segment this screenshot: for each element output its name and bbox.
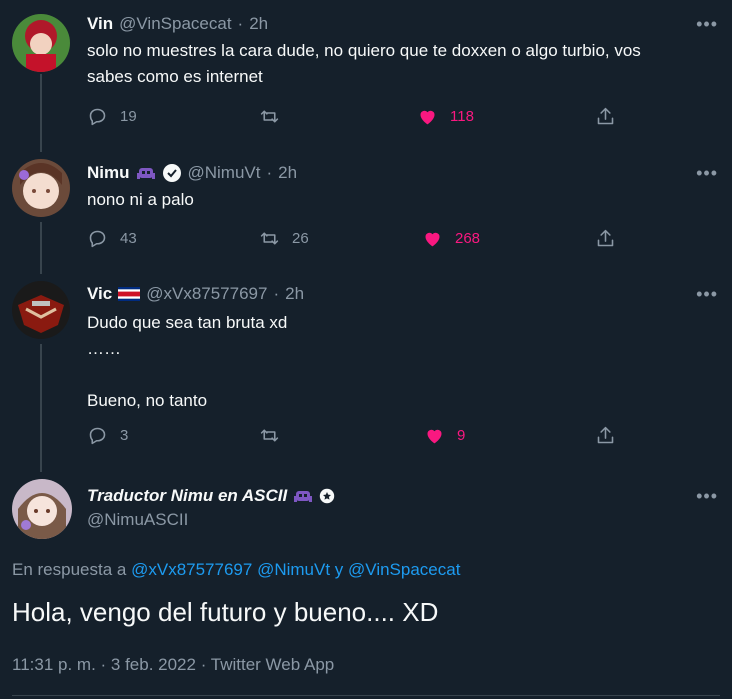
tweet-text: solo no muestres la cara dude, no quiero… — [87, 38, 707, 90]
separator-dot: · — [273, 284, 280, 303]
tweet-actions: 43 26 268 — [87, 228, 627, 252]
heart-icon — [425, 232, 440, 247]
tweet-header: Vin @VinSpacecat · 2h — [87, 14, 268, 34]
tweet-text: nono ni a palo — [87, 187, 707, 213]
tweet[interactable]: Vin @VinSpacecat · 2h ••• solo no muestr… — [0, 0, 732, 150]
tweet-header: Traductor Nimu en ASCII — [87, 486, 335, 506]
reply-icon — [89, 427, 106, 445]
retweet-button[interactable]: 26 — [259, 228, 309, 249]
display-name[interactable]: Traductor Nimu en ASCII — [87, 486, 287, 506]
more-options-icon[interactable]: ••• — [696, 163, 718, 184]
like-button[interactable]: 268 — [422, 228, 480, 249]
tweet-header: Nimu @NimuVt · 2h — [87, 163, 297, 183]
timestamp[interactable]: 2h — [285, 284, 304, 304]
like-count: 268 — [455, 230, 481, 247]
display-name[interactable]: Nimu — [87, 163, 130, 183]
avatar[interactable] — [12, 159, 70, 217]
reply-button[interactable]: 43 — [87, 228, 137, 249]
timestamp[interactable]: 2h — [278, 163, 297, 183]
retweet-icon — [260, 429, 279, 442]
tweet-actions: 3 9 — [87, 425, 627, 449]
tweet-text-line: Bueno, no tanto — [87, 391, 208, 410]
share-icon — [597, 229, 614, 247]
handle[interactable]: @VinSpacecat — [119, 14, 231, 34]
more-options-icon[interactable]: ••• — [696, 284, 718, 305]
handle[interactable]: @xVx87577697 — [146, 284, 267, 304]
display-name[interactable]: Vic — [87, 284, 112, 304]
tweet-text-line: solo no muestres la cara dude, no quiero… — [87, 41, 641, 60]
retweet-icon — [260, 232, 279, 245]
like-count: 118 — [450, 108, 474, 125]
tweet-text-line: …… — [87, 339, 121, 358]
like-button[interactable]: 118 — [417, 106, 474, 127]
share-icon — [597, 107, 614, 125]
handle[interactable]: @NimuVt — [188, 163, 261, 183]
avatar[interactable] — [12, 14, 70, 72]
costa-rica-flag-icon — [118, 287, 141, 301]
avatar[interactable] — [12, 479, 72, 539]
reply-count: 19 — [120, 108, 137, 125]
tweet-text-line: Dudo que sea tan bruta xd — [87, 313, 288, 332]
reply-mention-link[interactable]: @xVx87577697 — [131, 560, 252, 579]
share-button[interactable] — [595, 425, 616, 446]
reply-count: 43 — [120, 230, 137, 247]
tweet-text-line — [87, 362, 707, 388]
separator-dot: · — [266, 163, 273, 182]
reply-button[interactable]: 19 — [87, 106, 137, 127]
retweet-button[interactable] — [259, 425, 292, 446]
reply-icon — [89, 108, 106, 126]
retweet-icon — [260, 110, 279, 123]
tweet-text-line: nono ni a palo — [87, 190, 194, 209]
tweet-handle-row: @NimuASCII — [87, 510, 188, 530]
like-button[interactable]: 9 — [424, 425, 465, 446]
verified-badge-icon — [162, 164, 181, 182]
heart-icon — [420, 110, 435, 125]
share-icon — [597, 426, 614, 444]
reply-prefix: En respuesta a — [12, 560, 127, 579]
tweet[interactable]: Vic @xVx87577697 · 2h ••• Dudo que sea t… — [0, 270, 732, 470]
tweet-text: Dudo que sea tan bruta xd …… Bueno, no t… — [87, 310, 707, 414]
more-options-icon[interactable]: ••• — [696, 486, 718, 507]
heart-icon — [427, 429, 442, 444]
retweet-button[interactable] — [259, 106, 292, 127]
separator-dot: · — [237, 14, 244, 33]
reply-icon — [89, 230, 106, 248]
reply-count: 3 — [120, 427, 129, 444]
retweet-count: 26 — [292, 230, 309, 247]
tweet[interactable]: Nimu @NimuVt · 2h ••• nono ni a palo 43 … — [0, 150, 732, 270]
reply-mention-link[interactable]: @NimuVt — [257, 560, 330, 579]
share-button[interactable] — [595, 228, 616, 249]
automated-badge-icon — [320, 488, 335, 504]
handle[interactable]: @NimuASCII — [87, 510, 188, 530]
reply-and: y — [334, 560, 344, 579]
more-options-icon[interactable]: ••• — [696, 14, 718, 35]
focused-tweet-text: Hola, vengo del futuro y bueno.... XD — [12, 597, 439, 627]
alien-emoji-icon — [136, 168, 155, 179]
tweet-header: Vic @xVx87577697 · 2h — [87, 284, 304, 304]
share-button[interactable] — [595, 106, 616, 127]
alien-emoji-icon — [294, 491, 313, 502]
timestamp[interactable]: 2h — [249, 14, 268, 34]
like-count: 9 — [457, 427, 466, 444]
tweet-meta[interactable]: 11:31 p. m. · 3 feb. 2022 · Twitter Web … — [12, 655, 334, 675]
tweet-actions: 19 118 — [87, 106, 627, 130]
reply-mention-link[interactable]: @VinSpacecat — [348, 560, 460, 579]
reply-context: En respuesta a @xVx87577697 @NimuVt y @V… — [12, 560, 460, 580]
reply-button[interactable]: 3 — [87, 425, 128, 446]
divider — [12, 695, 720, 696]
tweet-text-line: sabes como es internet — [87, 67, 263, 86]
avatar[interactable] — [12, 281, 70, 339]
display-name[interactable]: Vin — [87, 14, 113, 34]
